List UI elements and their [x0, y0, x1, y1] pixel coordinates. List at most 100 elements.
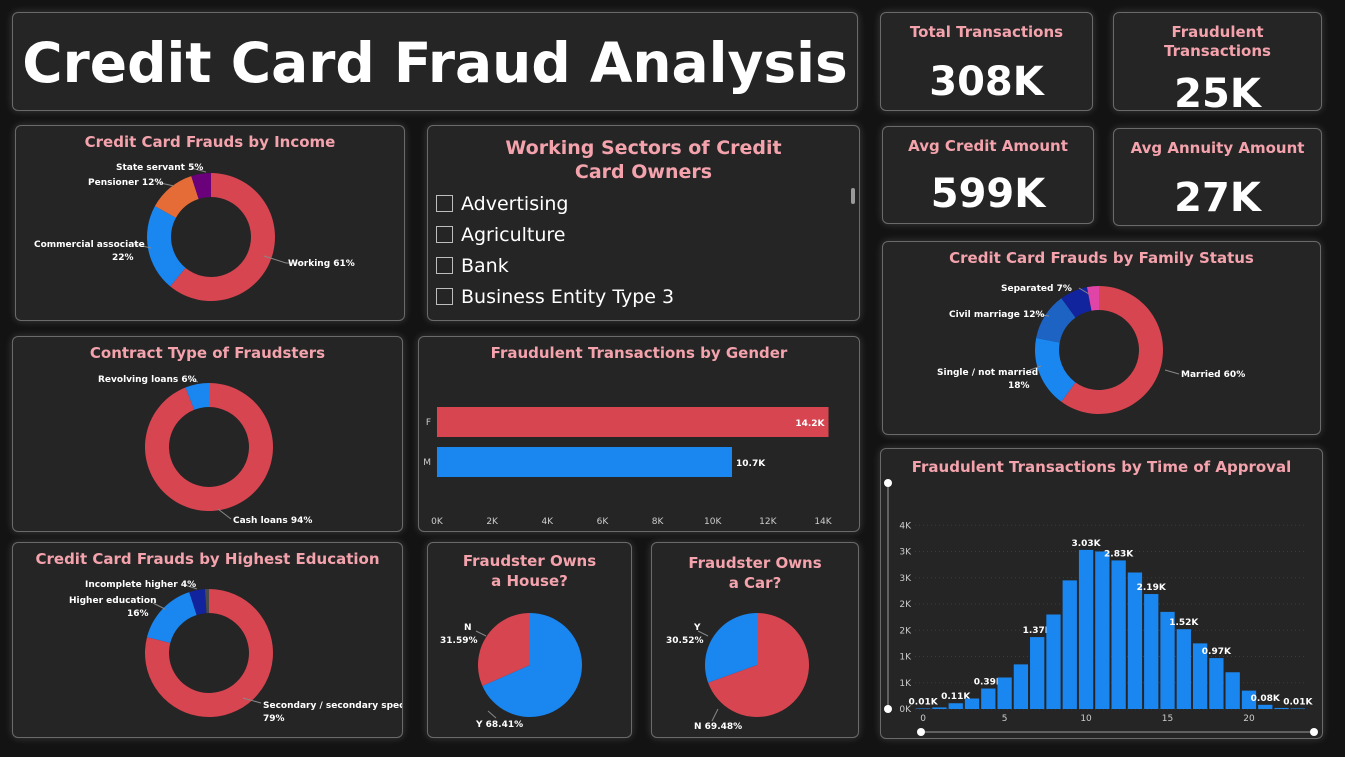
kpi-fraudulent-transactions: Fraudulent Transactions 25K [1113, 12, 1322, 111]
income-donut-card: Credit Card Frauds by Income Working 61%… [15, 125, 405, 321]
y-tick-label: 3K [899, 548, 912, 558]
slice-label: Married 60% [1181, 370, 1245, 380]
donut-slices [145, 383, 273, 511]
y-zoom-slider-handle[interactable] [884, 705, 892, 713]
pie-slice[interactable] [146, 206, 186, 287]
slice-label: 22% [112, 253, 134, 263]
y-tick-label: 3K [899, 574, 912, 584]
x-tick-label: 2K [486, 517, 499, 527]
bar[interactable] [437, 447, 733, 477]
bar[interactable] [932, 707, 947, 709]
bar[interactable] [1258, 704, 1273, 709]
slice-label: Commercial associate [34, 240, 145, 250]
bar[interactable] [1209, 658, 1224, 709]
bar[interactable] [1062, 580, 1077, 709]
bar[interactable] [1078, 549, 1094, 709]
x-zoom-slider-handle[interactable] [917, 728, 925, 736]
bar[interactable] [981, 688, 996, 709]
slice-label: Incomplete higher 4% [85, 580, 196, 590]
slicer-item[interactable]: Bank [436, 250, 839, 281]
bar[interactable] [1176, 629, 1191, 709]
slicer-list: Advertising Agriculture Bank Business En… [436, 188, 839, 312]
x-tick-label: 5 [1002, 714, 1008, 724]
kpi-value: 27K [1174, 175, 1261, 221]
slicer-item[interactable]: Agriculture [436, 219, 839, 250]
car-pie-card: Fraudster Owns a Car? Y 30.52% N 69.48% [651, 542, 859, 738]
bar[interactable] [948, 703, 963, 709]
checkbox[interactable] [436, 257, 453, 274]
bar[interactable] [964, 698, 980, 710]
slice-label: Separated 7% [1001, 284, 1072, 294]
x-tick-label: 0K [431, 517, 444, 527]
bar[interactable] [1046, 614, 1061, 710]
x-tick-label: 10 [1080, 714, 1092, 724]
data-label: 14.2K [795, 419, 825, 429]
slice-label: State servant 5% [116, 163, 203, 173]
x-tick-label: 14K [814, 517, 832, 527]
leader-line [487, 710, 497, 719]
kpi-value: 308K [929, 59, 1044, 105]
bar[interactable] [1144, 594, 1159, 709]
leader-line [475, 630, 487, 637]
slicer-item[interactable]: Business Entity Type 3 [436, 281, 839, 312]
bar[interactable] [997, 677, 1012, 710]
data-label: 0.08K [1251, 694, 1281, 704]
data-label: 10.7K [736, 459, 766, 469]
kpi-avg-credit: Avg Credit Amount 599K [882, 126, 1094, 224]
bar[interactable] [916, 708, 931, 709]
data-label: 2.83K [1104, 549, 1134, 559]
slice-label: Pensioner 12% [88, 178, 163, 188]
slice-label: 30.52% [666, 636, 704, 646]
x-tick-label: 8K [652, 517, 665, 527]
approval-bar-chart: 0K1K1K2K2K3K3K4K0.01K0.11K0.39K1.37K3.03… [884, 479, 1318, 736]
slicer-title: Working Sectors of Credit Card Owners [505, 137, 782, 183]
x-zoom-slider-handle[interactable] [1310, 728, 1318, 736]
leader-line [711, 708, 719, 722]
gender-bar-card: Fraudulent Transactions by Gender 0K 2K 4K… [418, 336, 860, 532]
slice-label: Higher education [69, 596, 156, 606]
slice-label: 16% [127, 609, 149, 619]
bar[interactable] [1274, 707, 1289, 709]
data-label: 2.19K [1137, 583, 1167, 593]
kpi-total-transactions: Total Transactions 308K [880, 12, 1093, 111]
x-tick-label: 0 [920, 714, 926, 724]
slice-label: Cash loans 94% [233, 516, 312, 526]
slice-label: 31.59% [440, 636, 478, 646]
data-label: 0.01K [1283, 697, 1313, 707]
y-tick-label: 1K [899, 653, 912, 663]
x-tick-label: 15 [1162, 714, 1173, 724]
bar[interactable] [437, 407, 829, 437]
slice-label: Y [693, 623, 701, 633]
header-card: Credit Card Fraud Analysis [12, 12, 858, 111]
slice-label: Secondary / secondary special [263, 701, 403, 711]
bar[interactable] [1225, 672, 1240, 709]
y-tick-label: F [426, 418, 431, 428]
x-tick-label: 4K [541, 517, 554, 527]
income-donut-chart: Working 61% Commercial associate 22% Pen… [34, 163, 355, 301]
bar[interactable] [1013, 664, 1029, 709]
education-donut-card: Credit Card Frauds by Highest Education … [12, 542, 403, 738]
bar[interactable] [1111, 560, 1126, 709]
data-label: 0.97K [1202, 647, 1232, 657]
slicer-item[interactable]: Advertising [436, 188, 839, 219]
slice-label: N 69.48% [694, 722, 742, 732]
slice-label: N [464, 623, 472, 633]
y-tick-label: M [423, 458, 431, 468]
x-tick-label: 10K [704, 517, 722, 527]
y-zoom-slider-handle[interactable] [884, 479, 892, 487]
y-tick-label: 4K [899, 521, 912, 531]
checkbox[interactable] [436, 288, 453, 305]
kpi-label: Avg Credit Amount [908, 137, 1068, 155]
bar[interactable] [1030, 637, 1045, 709]
slicer-scrollbar[interactable] [851, 188, 855, 204]
kpi-avg-annuity: Avg Annuity Amount 27K [1113, 128, 1322, 226]
kpi-label: Avg Annuity Amount [1130, 139, 1305, 157]
checkbox[interactable] [436, 195, 453, 212]
leader-line [217, 508, 232, 520]
checkbox[interactable] [436, 226, 453, 243]
gender-bar-chart: 0K 2K 4K 6K 8K 10K 12K 14K F 14.2K M 10.7K [423, 407, 833, 527]
y-tick-label: 2K [899, 626, 912, 636]
data-label: 0.01K [909, 697, 939, 707]
bar[interactable] [1290, 708, 1305, 709]
bar[interactable] [1095, 551, 1110, 710]
